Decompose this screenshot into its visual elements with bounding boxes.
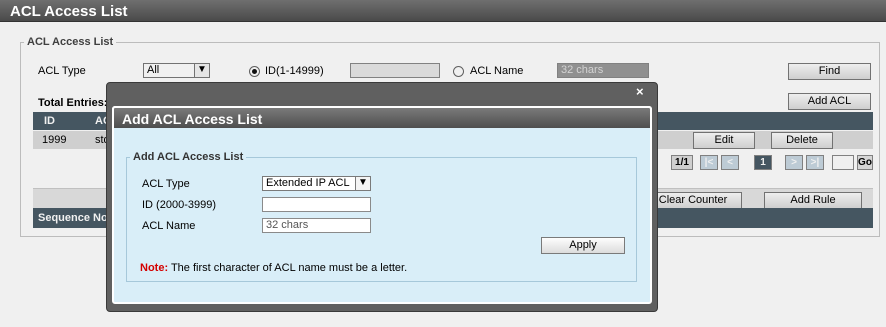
modal-id-input[interactable]: [262, 197, 371, 212]
note-label: Note:: [140, 262, 169, 274]
modal-fieldset-legend: Add ACL Access List: [130, 151, 247, 163]
modal-acl-type-select[interactable]: Extended IP ACL ▼: [262, 176, 371, 191]
modal-id-label: ID (2000-3999): [142, 199, 216, 211]
apply-button[interactable]: Apply: [541, 237, 625, 254]
chevron-down-icon: ▼: [355, 177, 370, 190]
modal-title: Add ACL Access List: [112, 106, 652, 128]
modal-acl-name-input[interactable]: 32 chars: [262, 218, 371, 233]
close-icon[interactable]: ×: [636, 84, 644, 99]
note-text: The first character of ACL name must be …: [168, 262, 408, 274]
modal-note: Note: The first character of ACL name mu…: [140, 262, 407, 274]
modal-acl-name-label: ACL Name: [142, 220, 196, 232]
page-title: ACL Access List: [0, 0, 886, 22]
modal-acl-type-label: ACL Type: [142, 178, 190, 190]
